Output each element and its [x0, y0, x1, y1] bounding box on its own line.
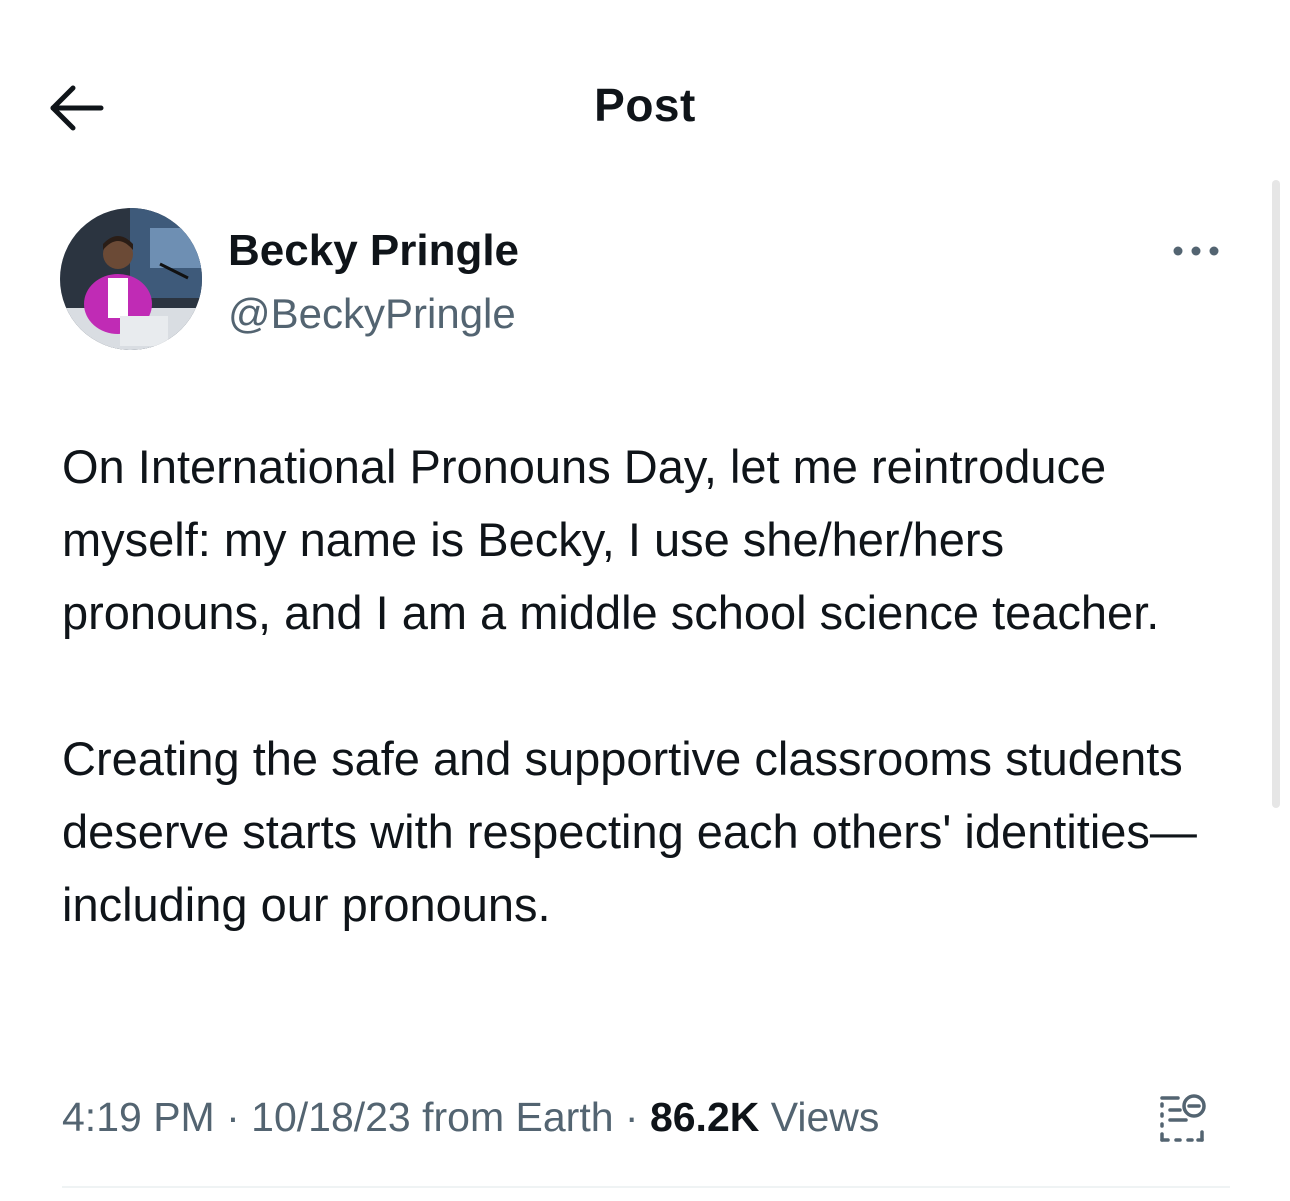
- post-author: Becky Pringle @BeckyPringle: [60, 208, 1240, 358]
- meta-separator: ·: [613, 1094, 650, 1140]
- top-navigation-bar: Post: [0, 0, 1290, 180]
- author-handle[interactable]: @BeckyPringle: [228, 290, 516, 338]
- post-analytics-button[interactable]: [1150, 1088, 1214, 1152]
- avatar-photo: [60, 208, 202, 350]
- more-horizontal-icon: [1173, 246, 1219, 256]
- post-analytics-icon: [1160, 1094, 1206, 1142]
- author-display-name[interactable]: Becky Pringle: [228, 226, 519, 276]
- post-metadata: 4:19 PM · 10/18/23 from Earth · 86.2K Vi…: [62, 1094, 879, 1141]
- views-count[interactable]: 86.2K: [650, 1094, 759, 1140]
- views-label[interactable]: Views: [759, 1094, 880, 1140]
- post-date-source: 10/18/23 from Earth: [251, 1094, 614, 1140]
- post-paragraph: On International Pronouns Day, let me re…: [62, 440, 1160, 639]
- meta-separator: ·: [214, 1094, 252, 1140]
- post-time[interactable]: 4:19 PM: [62, 1094, 215, 1140]
- divider: [62, 1186, 1230, 1188]
- page-title: Post: [594, 79, 696, 131]
- scrollbar[interactable]: [1272, 180, 1280, 808]
- post-text: On International Pronouns Day, let me re…: [62, 430, 1212, 941]
- avatar[interactable]: [60, 208, 202, 350]
- post-paragraph: Creating the safe and supportive classro…: [62, 732, 1197, 931]
- more-options-button[interactable]: [1166, 236, 1226, 266]
